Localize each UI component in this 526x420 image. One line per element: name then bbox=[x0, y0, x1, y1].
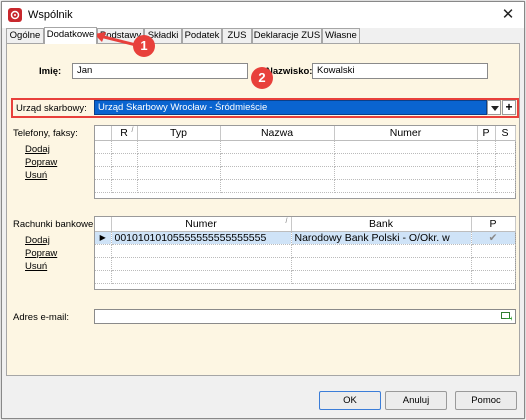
accounts-add-link[interactable]: Dodaj bbox=[25, 235, 50, 246]
phones-col-nazwa[interactable]: Nazwa bbox=[220, 126, 335, 141]
help-button[interactable]: Pomoc bbox=[455, 391, 517, 410]
table-row[interactable] bbox=[95, 270, 516, 284]
cancel-button[interactable]: Anuluj bbox=[385, 391, 447, 410]
urzad-select[interactable]: Urząd Skarbowy Wrocław - Śródmieście bbox=[94, 100, 487, 115]
nazwisko-label: Nazwisko: bbox=[266, 66, 313, 77]
dialog-window: Wspólnik ✕ Ogólne Dodatkowe Podstawy Skł… bbox=[1, 1, 525, 419]
email-field[interactable] bbox=[94, 309, 516, 324]
accounts-col-indicator bbox=[95, 217, 112, 232]
tab-zus[interactable]: ZUS bbox=[222, 28, 252, 43]
phones-delete-link[interactable]: Usuń bbox=[25, 170, 47, 181]
tab-dodatkowe[interactable]: Dodatkowe bbox=[44, 27, 97, 44]
sort-icon: / bbox=[131, 127, 134, 134]
imie-field[interactable]: Jan bbox=[72, 63, 248, 79]
window-title: Wspólnik bbox=[28, 9, 73, 21]
accounts-col-numer[interactable]: Numer / bbox=[111, 217, 292, 232]
row-marker-icon: ▶ bbox=[95, 231, 112, 245]
phones-edit-link[interactable]: Popraw bbox=[25, 157, 57, 168]
urzad-label: Urząd skarbowy: bbox=[16, 103, 87, 114]
table-row[interactable] bbox=[95, 179, 516, 193]
phones-col-indicator bbox=[95, 126, 112, 141]
phones-col-r[interactable]: R / bbox=[111, 126, 138, 141]
table-row[interactable] bbox=[95, 257, 516, 271]
chevron-down-icon[interactable] bbox=[487, 100, 501, 115]
phones-col-typ[interactable]: Typ bbox=[137, 126, 221, 141]
sort-icon: / bbox=[285, 218, 288, 225]
table-row[interactable] bbox=[95, 140, 516, 154]
nazwisko-field[interactable]: Kowalski bbox=[312, 63, 488, 79]
table-row[interactable] bbox=[95, 166, 516, 180]
check-icon[interactable]: ✔ bbox=[471, 231, 516, 245]
accounts-label: Rachunki bankowe: bbox=[13, 219, 96, 230]
close-icon[interactable]: ✕ bbox=[498, 5, 518, 25]
phones-add-link[interactable]: Dodaj bbox=[25, 144, 50, 155]
email-label: Adres e-mail: bbox=[13, 312, 69, 323]
account-bank-cell[interactable]: Narodowy Bank Polski - O/Okr. w bbox=[291, 231, 472, 245]
tab-wlasne[interactable]: Własne bbox=[322, 28, 360, 43]
send-email-icon[interactable] bbox=[501, 312, 512, 321]
imie-label: Imię: bbox=[39, 66, 62, 77]
ok-button[interactable]: OK bbox=[319, 391, 381, 410]
title-bar: Wspólnik ✕ bbox=[2, 2, 524, 28]
accounts-edit-link[interactable]: Popraw bbox=[25, 248, 57, 259]
phones-col-s[interactable]: S bbox=[495, 126, 516, 141]
phones-col-numer[interactable]: Numer bbox=[334, 126, 478, 141]
phones-label: Telefony, faksy: bbox=[13, 128, 78, 139]
phones-col-p[interactable]: P bbox=[477, 126, 496, 141]
app-icon bbox=[8, 8, 22, 22]
tab-podatek[interactable]: Podatek bbox=[182, 28, 222, 43]
table-row[interactable] bbox=[95, 244, 516, 258]
accounts-col-p[interactable]: P bbox=[471, 217, 516, 232]
annotation-1-badge: 1 bbox=[133, 35, 155, 57]
table-row[interactable] bbox=[95, 153, 516, 167]
annotation-2-badge: 2 bbox=[251, 67, 273, 89]
tab-deklaracje-zus[interactable]: Deklaracje ZUS bbox=[252, 28, 322, 43]
accounts-delete-link[interactable]: Usuń bbox=[25, 261, 47, 272]
accounts-col-bank[interactable]: Bank bbox=[291, 217, 472, 232]
account-number-cell[interactable]: 00101010105555555555555555 bbox=[111, 231, 292, 245]
table-row[interactable]: ▶ 00101010105555555555555555 Narodowy Ba… bbox=[95, 231, 516, 245]
phones-grid[interactable]: R / Typ Nazwa Numer P S bbox=[94, 125, 516, 199]
accounts-grid[interactable]: Numer / Bank P ▶ 001010101055555555555555… bbox=[94, 216, 516, 290]
tab-panel: Imię: Jan Nazwisko: Kowalski Urząd skarb… bbox=[6, 43, 520, 376]
tab-ogolne[interactable]: Ogólne bbox=[6, 28, 44, 43]
add-urzad-button[interactable]: + bbox=[502, 100, 516, 115]
